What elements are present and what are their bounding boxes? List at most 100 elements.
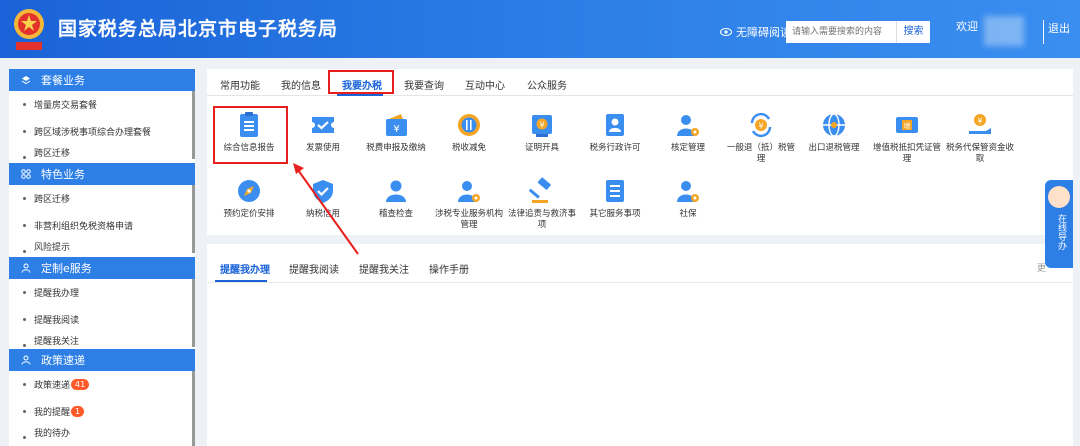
header-divider xyxy=(1043,20,1044,44)
sidebar-item[interactable]: 提醒我阅读 xyxy=(9,306,195,333)
guide-label: 在线导办 xyxy=(1056,214,1066,250)
service-item-legal[interactable]: 法律追责与救济事项 xyxy=(506,177,578,231)
sidebar-item[interactable]: 提醒我办理 xyxy=(9,279,195,306)
service-item-agency[interactable]: 涉税专业服务机构管理 xyxy=(433,177,505,231)
top-header: 国家税务总局北京市电子税务局 无障碍阅读 搜索 欢迎 退出 xyxy=(0,0,1080,58)
tab-my-info[interactable]: 我的信息 xyxy=(281,77,321,92)
sidebar-item[interactable]: 我的待办 xyxy=(9,425,195,439)
active-tab-highlight xyxy=(328,70,394,94)
tab-remind-follow[interactable]: 提醒我关注 xyxy=(359,261,409,276)
globe-icon xyxy=(823,113,845,137)
tab-interaction[interactable]: 互动中心 xyxy=(465,77,505,92)
sidebar-group-custom: 定制e服务 提醒我办理 提醒我阅读 提醒我关注 xyxy=(9,257,195,347)
search-input[interactable] xyxy=(786,21,896,43)
refund-cycle-icon: ¥ xyxy=(750,112,772,138)
service-item-refund[interactable]: ¥ 一般退（抵）税管理 xyxy=(725,111,797,165)
tab-query[interactable]: 我要查询 xyxy=(404,77,444,92)
gavel-icon xyxy=(528,177,551,203)
accessibility-link[interactable]: 无障碍阅读 xyxy=(720,24,791,40)
sidebar-item[interactable]: 风险提示 xyxy=(9,239,195,253)
reminder-panel: 提醒我办理 提醒我阅读 提醒我关注 操作手册 更 xyxy=(207,244,1073,446)
tab-public-service[interactable]: 公众服务 xyxy=(527,77,567,92)
service-item-vat-voucher[interactable]: 增 增值税抵扣凭证管理 xyxy=(871,111,943,165)
service-item-social-security[interactable]: 社保 xyxy=(652,177,724,220)
service-item-inspection[interactable]: 稽查检查 xyxy=(360,177,432,220)
selected-item-highlight xyxy=(213,106,288,164)
person-gear-icon xyxy=(677,115,699,136)
sidebar-scrollbar[interactable] xyxy=(192,185,195,253)
sidebar-item-policy[interactable]: 政策速递 41 xyxy=(9,371,195,398)
main-panel: 常用功能 我的信息 我要办税 我要查询 互动中心 公众服务 综合信息报告 发票使… xyxy=(207,69,1073,235)
search-button[interactable]: 搜索 xyxy=(896,21,930,43)
money-hand-icon: ¥ xyxy=(969,114,991,134)
sidebar-group-header[interactable]: 套餐业务 xyxy=(9,69,195,91)
main-tabs: 常用功能 我的信息 我要办税 我要查询 互动中心 公众服务 xyxy=(207,69,1073,96)
sidebar: 套餐业务 增量房交易套餐 跨区域涉税事项综合办理套餐 跨区迁移 特色业务 跨区迁… xyxy=(9,69,195,446)
svg-text:¥: ¥ xyxy=(758,122,763,131)
count-badge: 1 xyxy=(71,406,85,417)
service-item-permit[interactable]: 税务行政许可 xyxy=(579,111,651,154)
sidebar-group-package: 套餐业务 增量房交易套餐 跨区域涉税事项综合办理套餐 跨区迁移 xyxy=(9,69,195,159)
tab-divider xyxy=(207,282,1073,283)
sidebar-item[interactable]: 跨区域涉税事项综合办理套餐 xyxy=(9,118,195,145)
service-item-custody-funds[interactable]: ¥ 税务代保管资金收取 xyxy=(944,111,1016,165)
sidebar-group-policy: 政策速递 政策速递 41 我的提醒 1 我的待办 xyxy=(9,349,195,446)
certificate-icon: ¥ xyxy=(532,115,552,137)
sidebar-item[interactable]: 提醒我关注 xyxy=(9,333,195,347)
sidebar-item[interactable]: 增量房交易套餐 xyxy=(9,91,195,118)
inspector-icon xyxy=(386,180,406,202)
compass-icon xyxy=(238,180,260,202)
service-item-other[interactable]: 其它服务事项 xyxy=(579,177,651,220)
username-blurred xyxy=(984,16,1024,46)
tab-manual[interactable]: 操作手册 xyxy=(429,261,469,276)
accessibility-label: 无障碍阅读 xyxy=(736,26,791,39)
national-emblem-icon xyxy=(14,9,44,50)
shield-check-icon xyxy=(313,180,333,203)
user-icon xyxy=(21,263,31,273)
count-badge: 41 xyxy=(71,379,90,390)
sidebar-scrollbar[interactable] xyxy=(192,91,195,159)
tab-remind-read[interactable]: 提醒我阅读 xyxy=(289,261,339,276)
tab-remind-handle[interactable]: 提醒我办理 xyxy=(220,261,270,276)
site-title: 国家税务总局北京市电子税务局 xyxy=(58,18,339,40)
list-doc-icon xyxy=(606,180,624,202)
logout-link[interactable]: 退出 xyxy=(1048,20,1070,36)
person-gear-icon xyxy=(677,181,699,202)
sidebar-scrollbar[interactable] xyxy=(192,279,195,347)
active-tab-underline xyxy=(337,94,383,96)
agent-gear-icon xyxy=(458,181,480,202)
service-item-credit[interactable]: 纳税信用 xyxy=(287,177,359,220)
tab-common[interactable]: 常用功能 xyxy=(220,77,260,92)
sidebar-item[interactable]: 跨区迁移 xyxy=(9,145,195,159)
user-icon xyxy=(21,355,31,365)
eye-icon xyxy=(720,28,732,36)
sidebar-item-reminders[interactable]: 我的提醒 1 xyxy=(9,398,195,425)
welcome-text: 欢迎 xyxy=(956,20,978,33)
sidebar-group-header[interactable]: 政策速递 xyxy=(9,349,195,371)
service-item-assessment[interactable]: 核定管理 xyxy=(652,111,724,154)
service-item-reduction[interactable]: 税收减免 xyxy=(433,111,505,154)
online-guide-button[interactable]: 在线导办 xyxy=(1045,180,1073,268)
sidebar-group-header[interactable]: 特色业务 xyxy=(9,163,195,185)
service-item-pricing[interactable]: 预约定价安排 xyxy=(213,177,285,220)
wallet-icon: ¥ xyxy=(386,114,407,136)
sidebar-scrollbar[interactable] xyxy=(192,371,195,446)
ticket-icon xyxy=(312,117,334,133)
service-item-invoice[interactable]: 发票使用 xyxy=(287,111,359,154)
guide-avatar-icon xyxy=(1048,186,1070,208)
service-item-export-refund[interactable]: 出口退税管理 xyxy=(798,111,870,154)
layers-icon xyxy=(21,76,31,85)
svg-text:增: 增 xyxy=(904,122,911,131)
coins-icon xyxy=(458,114,480,136)
service-item-declaration[interactable]: ¥ 税费申报及缴纳 xyxy=(360,111,432,154)
svg-text:¥: ¥ xyxy=(393,124,399,135)
voucher-icon: 增 xyxy=(896,117,918,133)
sidebar-group-header[interactable]: 定制e服务 xyxy=(9,257,195,279)
grid-icon xyxy=(21,169,31,179)
service-item-certificate[interactable]: ¥ 证明开具 xyxy=(506,111,578,154)
sidebar-group-special: 特色业务 跨区迁移 非营利组织免税资格申请 风险提示 xyxy=(9,163,195,253)
sidebar-item[interactable]: 非营利组织免税资格申请 xyxy=(9,212,195,239)
svg-text:¥: ¥ xyxy=(539,121,544,130)
id-card-icon xyxy=(606,114,624,136)
sidebar-item[interactable]: 跨区迁移 xyxy=(9,185,195,212)
